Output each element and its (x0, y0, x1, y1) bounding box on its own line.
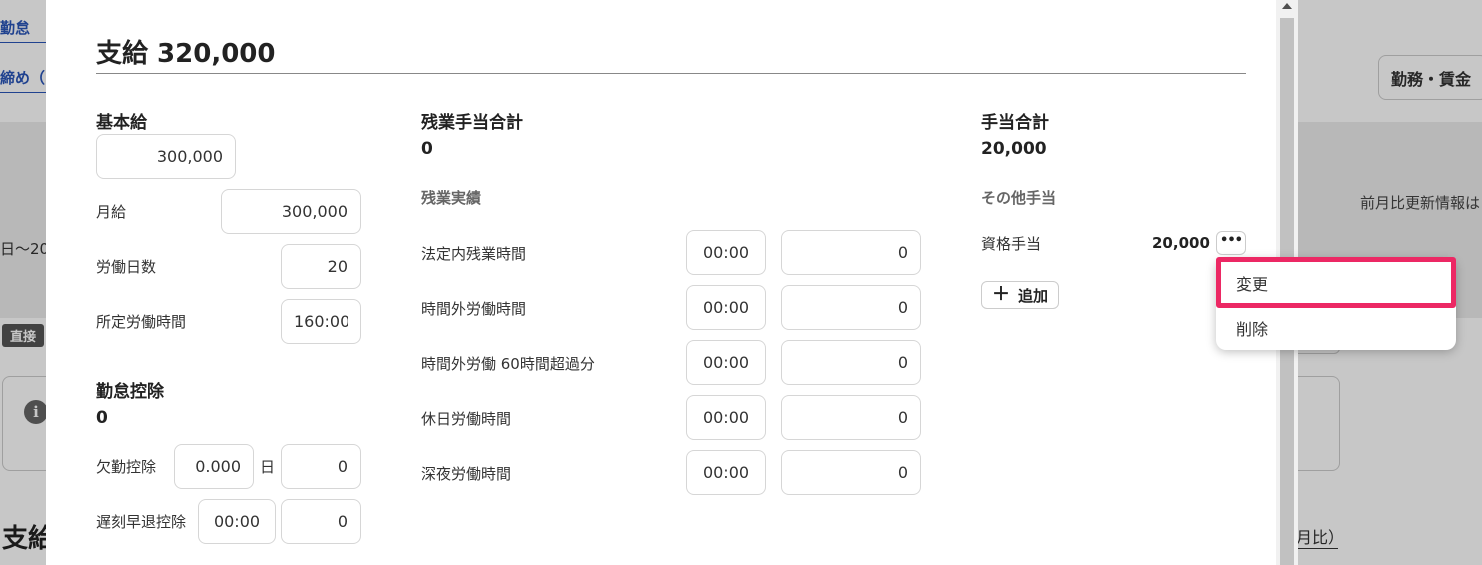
work-days-input[interactable] (281, 244, 361, 289)
absence-deduction-label: 欠勤控除 (96, 458, 157, 476)
edit-highlight-box (1216, 257, 1456, 308)
overtime-amount-input[interactable] (781, 340, 921, 385)
overtime-row-label: 深夜労働時間 (421, 465, 512, 483)
plus-icon: ＋ (992, 284, 1010, 305)
deduction-total: 0 (96, 408, 108, 428)
deduction-heading: 勤怠控除 (96, 382, 164, 402)
overtime-time-input[interactable] (686, 285, 766, 330)
allowance-heading: 手当合計 (981, 113, 1049, 133)
other-allowance-subheading: その他手当 (981, 189, 1057, 207)
title-divider (96, 73, 1246, 74)
add-allowance-button[interactable]: ＋ 追加 (981, 281, 1060, 309)
work-days-label: 労働日数 (96, 258, 157, 276)
overtime-amount-input[interactable] (781, 230, 921, 275)
overtime-heading: 残業手当合計 (421, 113, 523, 133)
overtime-row-label: 休日労働時間 (421, 410, 512, 428)
absence-days-input[interactable] (174, 444, 254, 489)
add-allowance-label: 追加 (1018, 286, 1049, 305)
overtime-amount-input[interactable] (781, 450, 921, 495)
overtime-row-label: 法定内残業時間 (421, 245, 527, 263)
more-options-button[interactable]: ••• (1216, 231, 1246, 255)
more-icon: ••• (1220, 232, 1243, 248)
late-early-deduction-label: 遅刻早退控除 (96, 513, 187, 531)
monthly-pay-input[interactable] (221, 189, 361, 234)
overtime-time-input[interactable] (686, 340, 766, 385)
qualification-allowance-label: 資格手当 (981, 235, 1042, 253)
absence-amount-input[interactable] (281, 444, 361, 489)
overtime-amount-input[interactable] (781, 285, 921, 330)
overtime-record-subheading: 残業実績 (421, 189, 482, 207)
days-unit-label: 日 (260, 458, 276, 476)
basic-pay-input[interactable] (96, 134, 236, 179)
basic-pay-heading: 基本給 (96, 113, 147, 133)
overtime-total: 0 (421, 139, 433, 159)
scroll-up-arrow-icon[interactable] (1282, 3, 1292, 9)
overtime-time-input[interactable] (686, 450, 766, 495)
overtime-row-label: 時間外労働時間 (421, 300, 527, 318)
overtime-row-label: 時間外労働 60時間超過分 (421, 355, 595, 373)
menu-item-delete[interactable]: 削除 (1216, 305, 1456, 351)
monthly-pay-label: 月給 (96, 203, 127, 221)
allowance-total: 20,000 (981, 139, 1047, 159)
late-early-amount-input[interactable] (281, 499, 361, 544)
overtime-time-input[interactable] (686, 230, 766, 275)
qualification-allowance-amount: 20,000 (1152, 234, 1210, 252)
scheduled-hours-input[interactable] (281, 299, 361, 344)
overtime-time-input[interactable] (686, 395, 766, 440)
late-early-time-input[interactable] (198, 499, 276, 544)
modal-title: 支給 320,000 (96, 39, 276, 69)
overtime-amount-input[interactable] (781, 395, 921, 440)
scheduled-hours-label: 所定労働時間 (96, 313, 187, 331)
